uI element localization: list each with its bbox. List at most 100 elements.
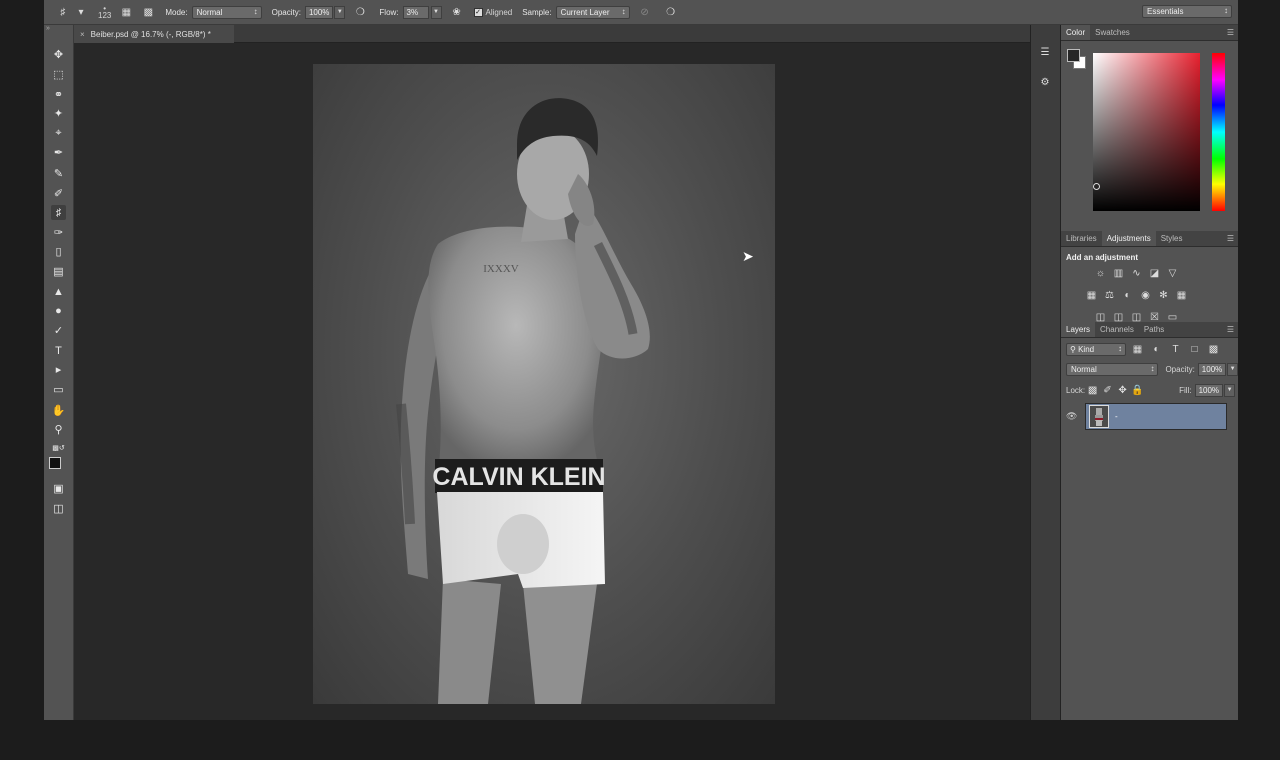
chest-tattoo-text: IXXXV: [483, 263, 518, 275]
panel-grip-icon[interactable]: »: [44, 25, 74, 35]
fill-slider-toggle[interactable]: ▼: [1224, 383, 1236, 397]
tab-swatches[interactable]: Swatches: [1090, 25, 1135, 40]
history-brush-tool-icon[interactable]: ✑: [51, 225, 66, 240]
layers-panel-tabs: Layers Channels Paths ☰: [1061, 322, 1238, 338]
zoom-tool-icon[interactable]: ⚲: [51, 422, 66, 437]
layer-opacity-input[interactable]: 100%: [1197, 362, 1227, 376]
hand-tool-icon[interactable]: ✋: [51, 403, 66, 418]
color-field[interactable]: [1093, 53, 1200, 211]
properties-panel-icon[interactable]: ⚙: [1035, 73, 1055, 91]
aligned-checkbox[interactable]: ✓: [473, 7, 483, 17]
close-tab-icon[interactable]: ×: [80, 30, 85, 39]
rectangle-tool-icon[interactable]: ▭: [51, 382, 66, 397]
lock-transparent-icon[interactable]: ▩: [1085, 383, 1100, 397]
panel-menu-icon[interactable]: ☰: [1227, 28, 1234, 37]
clone-source-icon[interactable]: ▩: [141, 5, 155, 19]
path-selection-tool-icon[interactable]: ▸: [51, 362, 66, 377]
screen-mode-icon[interactable]: ◫: [51, 501, 66, 516]
default-colors-icon[interactable]: ▩↺: [51, 440, 66, 455]
layer-item-selected[interactable]: -: [1085, 403, 1227, 430]
fill-label: Fill:: [1179, 385, 1192, 395]
gradient-tool-icon[interactable]: ▤: [51, 264, 66, 279]
sample-select[interactable]: Current Layer: [555, 5, 630, 19]
mode-select[interactable]: Normal: [191, 5, 262, 19]
opacity-slider-toggle[interactable]: ▼: [334, 5, 346, 19]
eraser-tool-icon[interactable]: ▯: [51, 244, 66, 259]
hue-saturation-icon[interactable]: ▦: [1084, 288, 1099, 302]
dropdown-arrow-icon[interactable]: ▾: [74, 5, 88, 19]
channel-mixer-icon[interactable]: ✻: [1156, 288, 1171, 302]
tab-paths[interactable]: Paths: [1139, 322, 1169, 337]
document-tab[interactable]: × Beiber.psd @ 16.7% (-, RGB/8*) *: [74, 25, 234, 43]
tab-adjustments[interactable]: Adjustments: [1101, 231, 1156, 246]
vibrance-icon[interactable]: ▽: [1165, 266, 1180, 280]
blur-tool-icon[interactable]: ▲: [51, 284, 66, 299]
move-tool-icon[interactable]: ✥: [51, 47, 66, 62]
eyedropper-tool-icon[interactable]: ✒: [51, 145, 66, 160]
quick-mask-icon[interactable]: ▣: [51, 481, 66, 496]
filter-type-icon[interactable]: T: [1168, 342, 1183, 356]
airbrush-icon[interactable]: ❀: [450, 5, 464, 19]
tab-channels[interactable]: Channels: [1095, 322, 1139, 337]
flow-slider-toggle[interactable]: ▼: [430, 5, 442, 19]
quick-selection-tool-icon[interactable]: ✦: [51, 106, 66, 121]
filter-adjustment-icon[interactable]: ◐: [1149, 342, 1164, 356]
tab-color[interactable]: Color: [1061, 25, 1091, 40]
foreground-color-swatch[interactable]: [49, 457, 61, 469]
tab-styles[interactable]: Styles: [1156, 231, 1188, 246]
brightness-contrast-icon[interactable]: ☼: [1093, 266, 1108, 280]
exposure-icon[interactable]: ◪: [1147, 266, 1162, 280]
filter-pixel-icon[interactable]: ▦: [1130, 342, 1145, 356]
tab-libraries[interactable]: Libraries: [1061, 231, 1102, 246]
history-panel-icon[interactable]: ☰: [1035, 43, 1055, 61]
color-panel-foreground-swatch[interactable]: [1067, 49, 1080, 62]
levels-icon[interactable]: ▥: [1111, 266, 1126, 280]
lock-all-icon[interactable]: 🔒: [1130, 383, 1145, 397]
color-balance-icon[interactable]: ⚖: [1102, 288, 1117, 302]
pressure-size-icon[interactable]: ❍: [664, 5, 678, 19]
curves-icon[interactable]: ∿: [1129, 266, 1144, 280]
opacity-input[interactable]: 100%: [304, 5, 334, 19]
photo-filter-icon[interactable]: ◉: [1138, 288, 1153, 302]
lock-label: Lock:: [1066, 385, 1086, 395]
document-title: Beiber.psd @ 16.7% (-, RGB/8*) *: [90, 29, 211, 39]
flow-input[interactable]: 3%: [402, 5, 429, 19]
pen-tool-icon[interactable]: ✓: [51, 323, 66, 338]
marquee-tool-icon[interactable]: ⬚: [51, 67, 66, 82]
black-white-icon[interactable]: ◐: [1120, 288, 1135, 302]
color-panel: [1061, 41, 1238, 211]
lock-image-icon[interactable]: ✐: [1100, 383, 1115, 397]
color-picker-ring[interactable]: [1093, 183, 1100, 190]
filter-smart-object-icon[interactable]: ▩: [1206, 342, 1221, 356]
clone-stamp-tool-button[interactable]: ♯: [51, 205, 66, 220]
fill-input[interactable]: 100%: [1194, 383, 1224, 397]
panel-menu-icon[interactable]: ☰: [1227, 234, 1234, 243]
layer-opacity-slider-toggle[interactable]: ▼: [1227, 362, 1238, 376]
brush-tool-icon[interactable]: ✐: [51, 186, 66, 201]
ignore-adjustment-layers-icon[interactable]: ⊘: [638, 5, 652, 19]
collapsed-panels-dock: ☰ ⚙: [1030, 25, 1060, 720]
type-tool-icon[interactable]: T: [51, 343, 66, 358]
lasso-tool-icon[interactable]: ⚭: [51, 87, 66, 102]
panel-menu-icon[interactable]: ☰: [1227, 325, 1234, 334]
brush-preset-picker[interactable]: • 123: [98, 5, 111, 20]
layer-row[interactable]: 👁 -: [1061, 403, 1238, 433]
hue-slider[interactable]: [1212, 53, 1225, 211]
clone-stamp-tool-icon[interactable]: ♯: [56, 5, 70, 19]
pressure-opacity-icon[interactable]: ❍: [353, 5, 367, 19]
filter-kind-select[interactable]: ⚲ Kind: [1066, 342, 1126, 356]
visibility-eye-icon[interactable]: 👁: [1066, 411, 1077, 422]
workspace-select[interactable]: Essentials: [1142, 5, 1232, 18]
add-adjustment-heading: Add an adjustment: [1066, 253, 1139, 262]
lock-position-icon[interactable]: ✥: [1115, 383, 1130, 397]
color-lookup-icon[interactable]: ▦: [1174, 288, 1189, 302]
healing-brush-tool-icon[interactable]: ✎: [51, 166, 66, 181]
filter-shape-icon[interactable]: □: [1187, 342, 1202, 356]
tab-layers[interactable]: Layers: [1061, 322, 1096, 337]
crop-tool-icon[interactable]: ⌖: [51, 126, 66, 141]
blend-mode-select[interactable]: Normal: [1066, 362, 1159, 376]
dodge-tool-icon[interactable]: ●: [51, 303, 66, 318]
document-image[interactable]: CALVIN KLEIN IXXXV: [313, 64, 775, 704]
canvas-area[interactable]: CALVIN KLEIN IXXXV: [74, 43, 1030, 720]
brush-panel-icon[interactable]: ▦: [119, 5, 133, 19]
